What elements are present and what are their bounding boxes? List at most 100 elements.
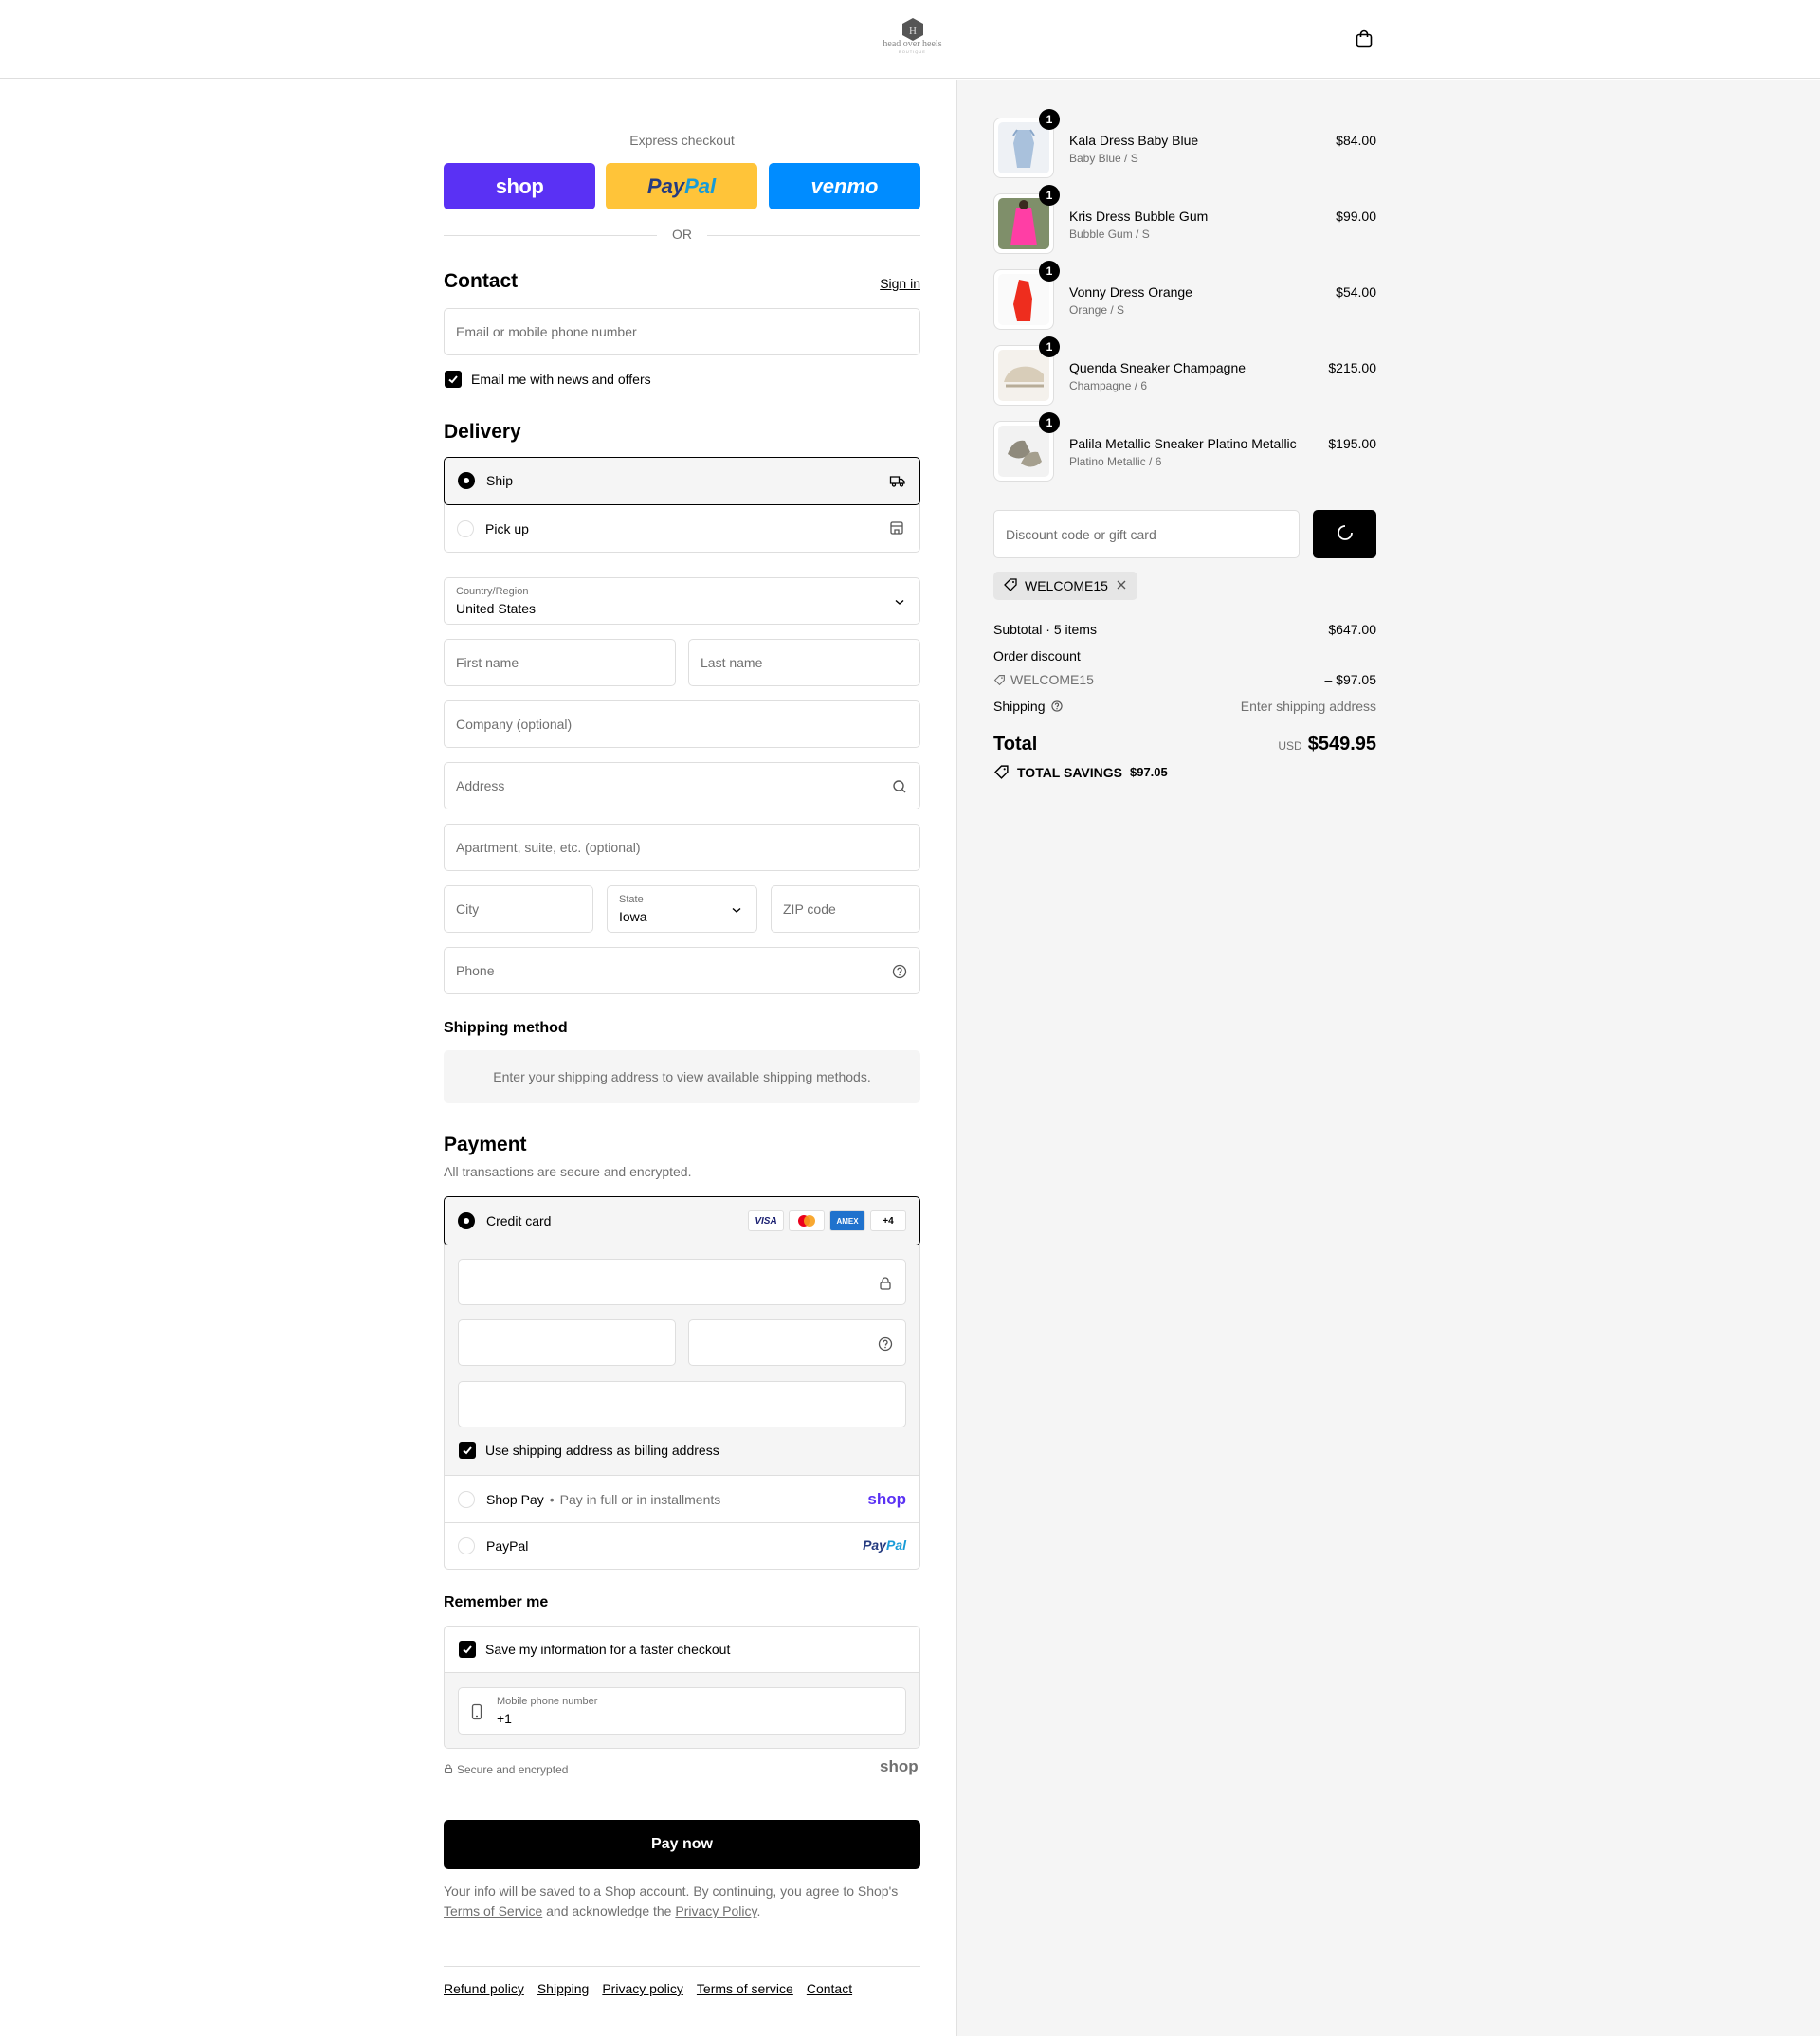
shipping-link[interactable]: Shipping	[537, 1981, 590, 1996]
shop-pay-logo: shop	[495, 173, 544, 198]
mobile-phone-field[interactable]: Mobile phone number +1	[458, 1687, 906, 1735]
terms-of-service-footer-link[interactable]: Terms of service	[697, 1981, 793, 1996]
chevron-down-icon	[891, 593, 908, 610]
product-image: 1	[993, 109, 1060, 178]
loading-spinner-icon	[1336, 523, 1355, 545]
shop-pay-express-button[interactable]: shop	[444, 163, 595, 209]
paypal-express-button[interactable]: Pay Pal	[606, 163, 757, 209]
tag-icon	[993, 674, 1005, 685]
country-label: Country/Region	[456, 586, 529, 597]
paypal-label: PayPal	[486, 1538, 529, 1554]
item-variant: Baby Blue / S	[1069, 152, 1138, 165]
pay-now-button[interactable]: Pay now	[444, 1820, 920, 1869]
footer-divider	[444, 1966, 920, 1967]
phone-field[interactable]: Phone	[444, 947, 920, 994]
item-price: $54.00	[1336, 284, 1376, 300]
cart-item: 1 Quenda Sneaker Champagne Champagne / 6…	[993, 336, 1376, 409]
state-select[interactable]: State Iowa	[607, 885, 757, 933]
subtotal-row: Subtotal · 5 items $647.00	[993, 622, 1376, 637]
shop-pay-radio[interactable]	[458, 1491, 475, 1508]
item-price: $99.00	[1336, 209, 1376, 224]
help-circle-icon[interactable]	[1050, 700, 1064, 713]
remove-discount-icon[interactable]	[1115, 578, 1128, 594]
privacy-policy-footer-link[interactable]: Privacy policy	[602, 1981, 683, 1996]
card-cvv-field[interactable]	[688, 1319, 906, 1366]
apartment-field[interactable]: Apartment, suite, etc. (optional)	[444, 824, 920, 871]
item-variant: Platino Metallic / 6	[1069, 455, 1162, 468]
contact-link[interactable]: Contact	[807, 1981, 852, 1996]
save-info-row[interactable]: Save my information for a faster checkou…	[445, 1627, 919, 1673]
credit-card-label: Credit card	[486, 1213, 552, 1228]
shipping-label: Shipping	[993, 699, 1046, 714]
shipping-method-info: Enter your shipping address to view avai…	[444, 1050, 920, 1103]
sign-in-link[interactable]: Sign in	[880, 276, 920, 291]
refund-policy-link[interactable]: Refund policy	[444, 1981, 524, 1996]
email-field[interactable]: Email or mobile phone number	[444, 308, 920, 355]
zip-field[interactable]: ZIP code	[771, 885, 920, 933]
venmo-express-button[interactable]: venmo	[769, 163, 920, 209]
news-label: Email me with news and offers	[471, 372, 651, 387]
last-name-field[interactable]: Last name	[688, 639, 920, 686]
state-label: State	[619, 894, 644, 905]
ship-label: Ship	[486, 473, 514, 488]
quantity-badge: 1	[1039, 185, 1060, 206]
logo-text: head over heels	[883, 39, 942, 49]
terms-of-service-link[interactable]: Terms of Service	[444, 1903, 542, 1918]
shop-logo: shop	[880, 1757, 919, 1775]
address-placeholder: Address	[456, 778, 505, 793]
item-name: Kris Dress Bubble Gum	[1069, 209, 1209, 224]
first-name-field[interactable]: First name	[444, 639, 676, 686]
svg-text:H: H	[909, 26, 917, 37]
store-logo[interactable]: H head over heels BOUTIQUE	[877, 17, 948, 59]
item-variant: Bubble Gum / S	[1069, 227, 1150, 241]
legal-notice: Your info will be saved to a Shop accoun…	[444, 1881, 920, 1921]
shop-pay-option[interactable]: Shop Pay • Pay in full or in installment…	[445, 1475, 919, 1522]
total-row: Total USD $549.95	[993, 734, 1376, 760]
shopping-bag-icon[interactable]	[1354, 28, 1374, 52]
paypal-radio[interactable]	[458, 1537, 475, 1554]
order-discount-label: Order discount	[993, 648, 1081, 664]
ship-radio[interactable]	[458, 472, 475, 489]
credit-card-radio[interactable]	[458, 1212, 475, 1229]
billing-checkbox-row[interactable]: Use shipping address as billing address	[459, 1442, 719, 1459]
paypal-logo-pay: Pay	[863, 1537, 886, 1553]
discount-code-field[interactable]: Discount code or gift card	[993, 510, 1300, 558]
company-field[interactable]: Company (optional)	[444, 700, 920, 748]
contact-heading: Contact	[444, 270, 519, 292]
card-number-field[interactable]	[458, 1259, 906, 1305]
phone-placeholder: Phone	[456, 963, 495, 978]
paypal-logo-pay: Pay	[646, 173, 685, 198]
item-name: Quenda Sneaker Champagne	[1069, 360, 1247, 375]
country-select[interactable]: Country/Region United States	[444, 577, 920, 625]
card-expiry-field[interactable]	[458, 1319, 676, 1366]
address-field[interactable]: Address	[444, 762, 920, 809]
amex-icon: AMEX	[829, 1210, 865, 1231]
card-name-field[interactable]	[458, 1381, 906, 1427]
paypal-logo-pal: Pal	[885, 1537, 906, 1553]
billing-label: Use shipping address as billing address	[485, 1443, 719, 1458]
news-checkbox[interactable]	[445, 371, 462, 388]
billing-checkbox[interactable]	[459, 1442, 476, 1459]
save-info-label: Save my information for a faster checkou…	[485, 1642, 731, 1657]
chevron-down-icon	[728, 901, 745, 918]
country-value: United States	[456, 601, 537, 616]
city-field[interactable]: City	[444, 885, 593, 933]
paypal-option[interactable]: PayPal PayPal	[445, 1522, 919, 1569]
item-price: $195.00	[1328, 436, 1376, 451]
help-circle-icon[interactable]	[891, 963, 908, 980]
apply-discount-button[interactable]	[1313, 510, 1376, 558]
legal-text-1: Your info will be saved to a Shop accoun…	[444, 1883, 899, 1899]
mobile-phone-label: Mobile phone number	[497, 1696, 598, 1707]
item-name: Palila Metallic Sneaker Platino Metallic	[1069, 436, 1297, 451]
privacy-policy-link[interactable]: Privacy Policy	[675, 1903, 756, 1918]
news-checkbox-row[interactable]: Email me with news and offers	[445, 371, 651, 388]
help-circle-icon[interactable]	[877, 1336, 894, 1353]
ship-option[interactable]: Ship	[444, 457, 920, 505]
company-placeholder: Company (optional)	[456, 717, 573, 732]
save-info-checkbox[interactable]	[459, 1641, 476, 1658]
last-name-placeholder: Last name	[701, 655, 763, 670]
lock-icon	[877, 1275, 894, 1292]
product-image: 1	[993, 412, 1060, 482]
pickup-radio[interactable]	[457, 520, 474, 537]
pickup-option[interactable]: Pick up	[444, 505, 920, 553]
